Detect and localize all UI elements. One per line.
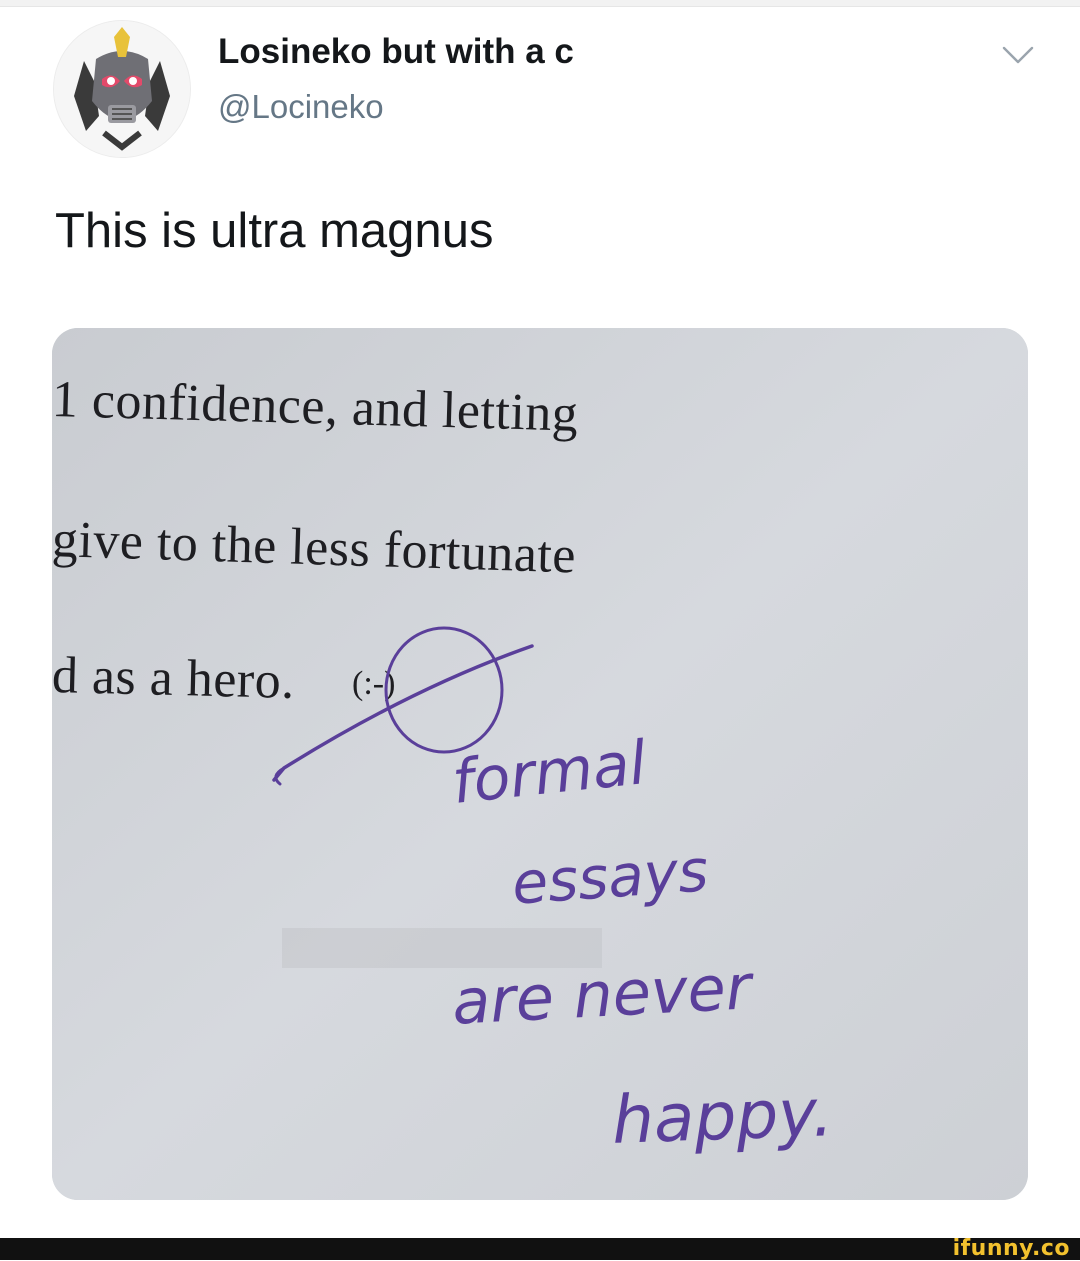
- user-handle[interactable]: @Locineko: [218, 88, 384, 126]
- brand-watermark: ifunny.co: [952, 1236, 1070, 1261]
- robot-avatar-icon: [54, 21, 190, 157]
- display-name[interactable]: Losineko but with a c: [218, 32, 574, 72]
- handwritten-line: happy.: [610, 1074, 835, 1159]
- handwritten-note: formal essays are never happy.: [412, 718, 932, 1188]
- handwritten-line: essays: [509, 836, 711, 918]
- chevron-down-icon[interactable]: [998, 40, 1038, 70]
- handwritten-line: are never: [450, 950, 753, 1039]
- handwritten-line: formal: [448, 728, 650, 818]
- tweet-text: This is ultra magnus: [55, 204, 494, 258]
- footer-bar: ifunny.co: [0, 1238, 1080, 1260]
- tweet-photo[interactable]: 1 confidence, and letting give to the le…: [52, 328, 1028, 1200]
- avatar[interactable]: [53, 20, 191, 158]
- top-divider: [0, 0, 1080, 7]
